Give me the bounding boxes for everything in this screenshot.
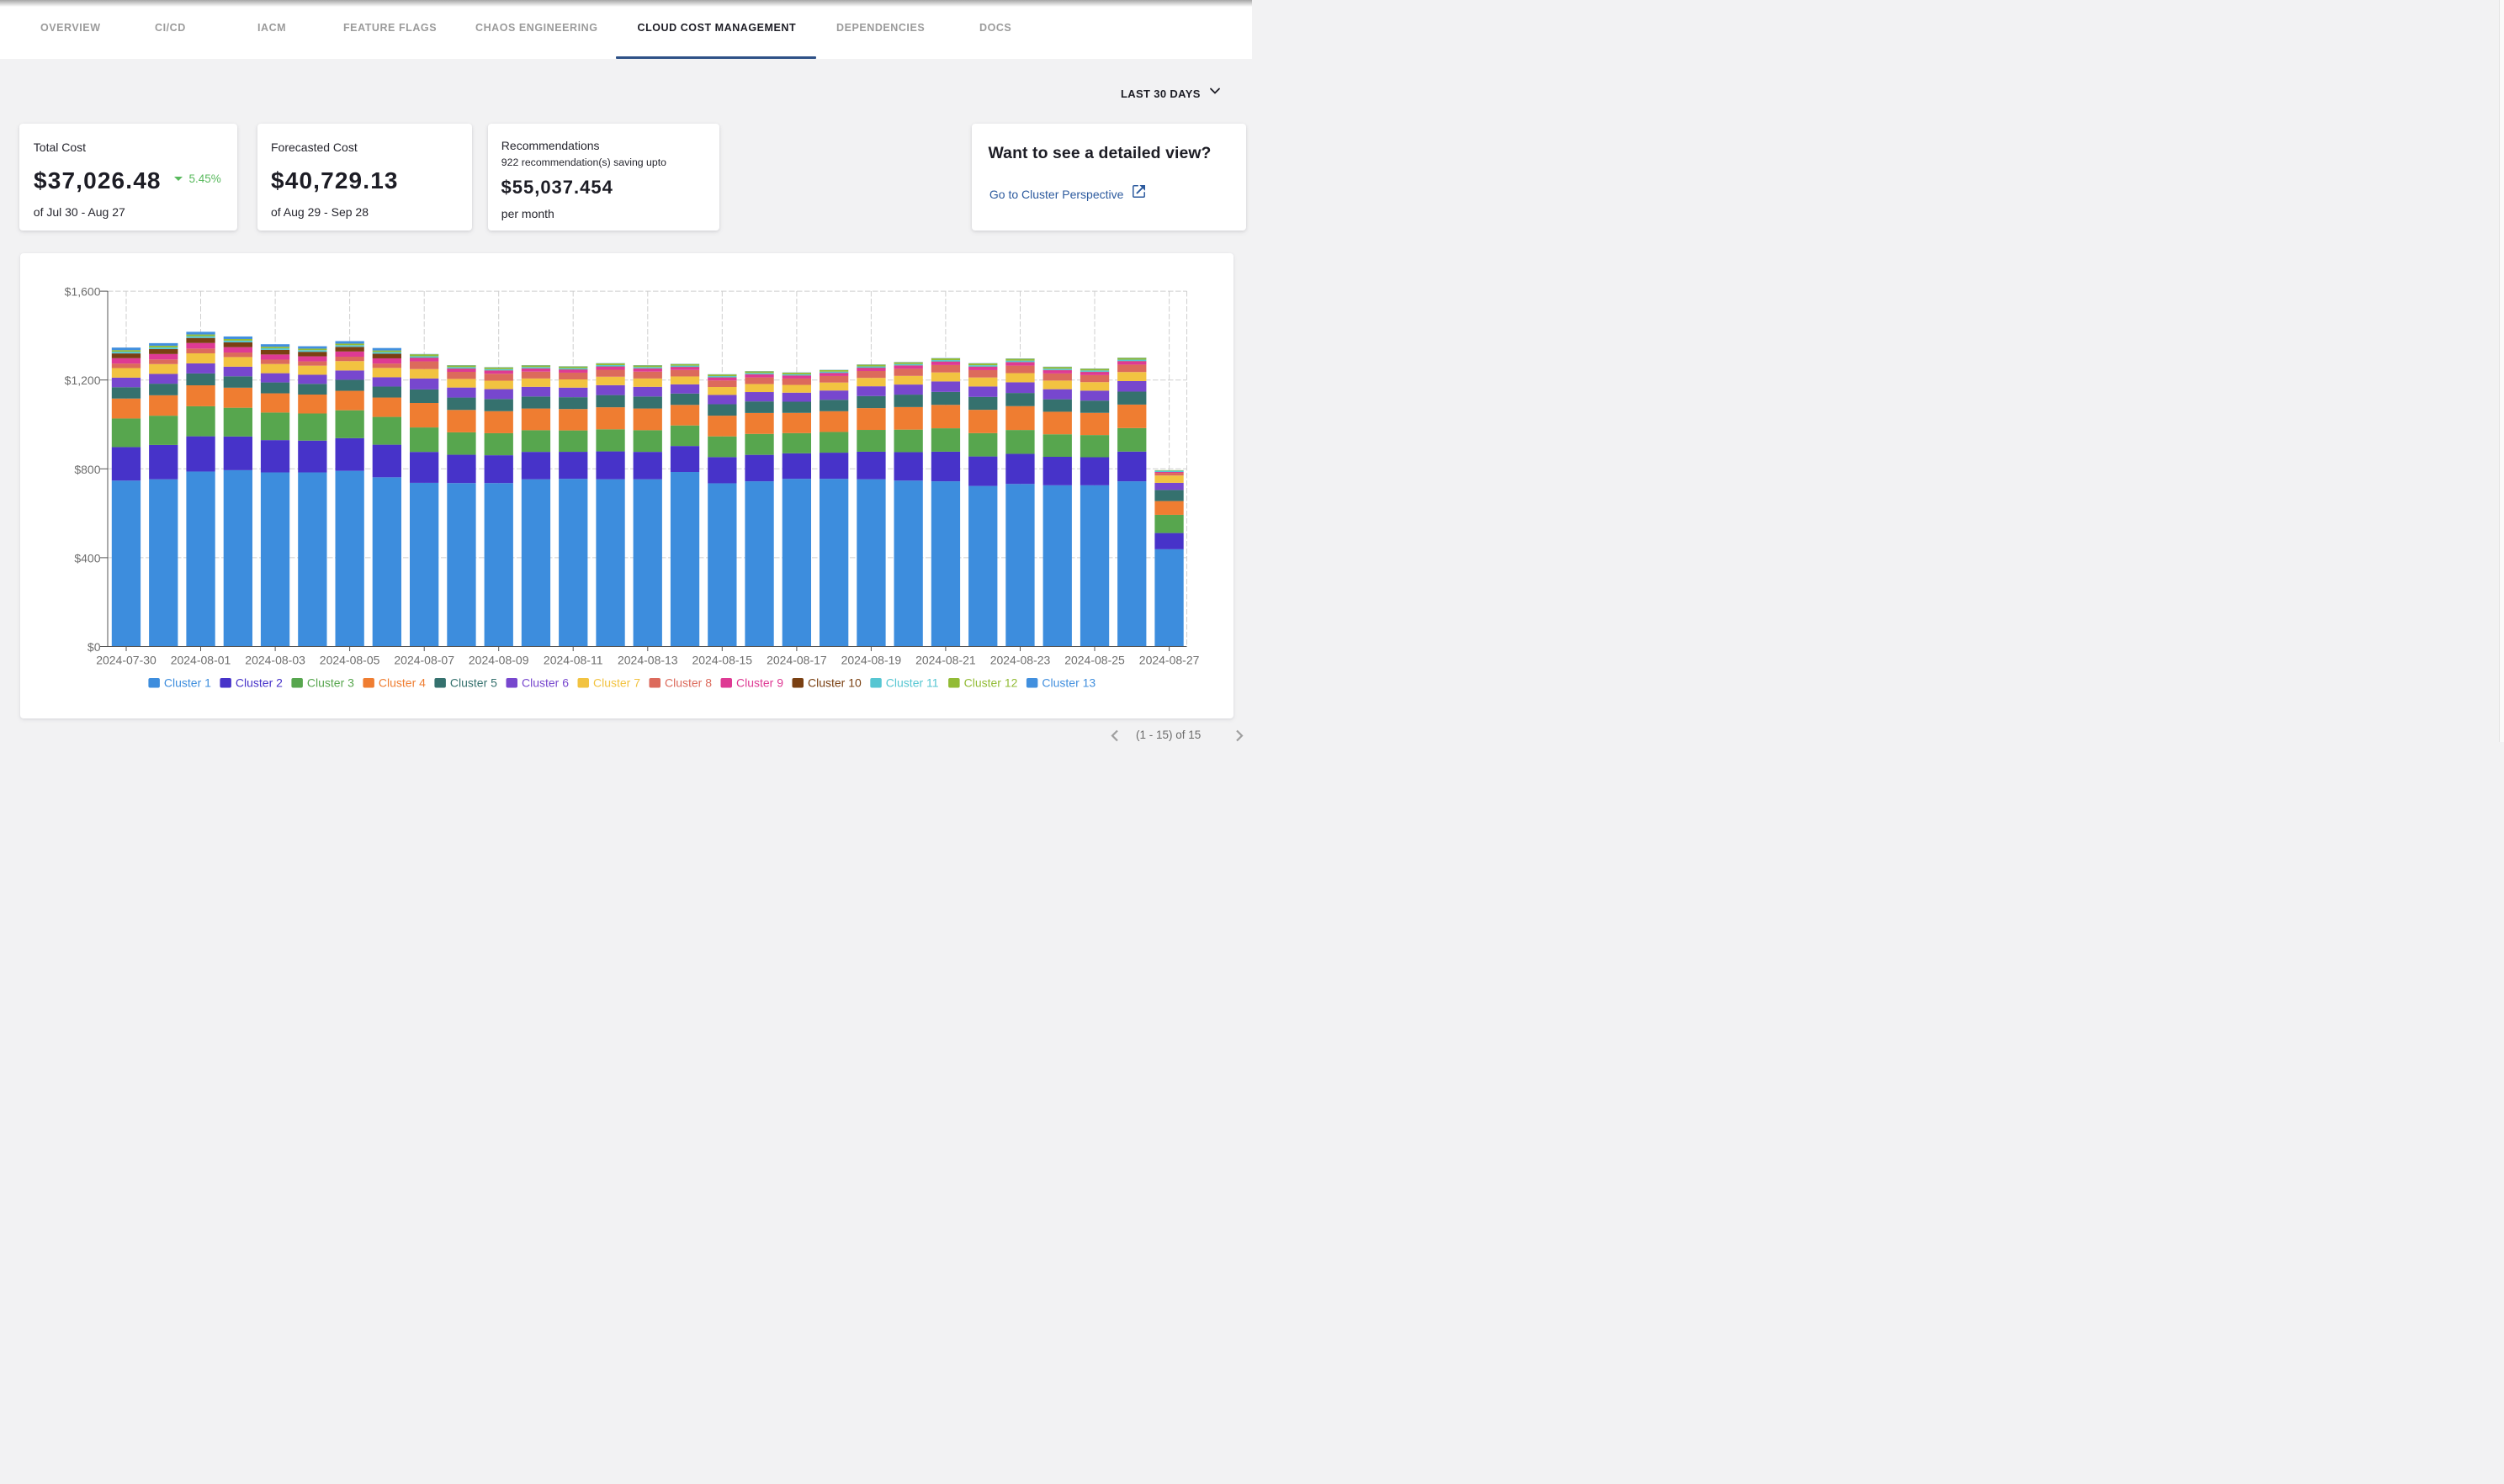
svg-text:Cluster 10: Cluster 10 xyxy=(808,676,862,689)
svg-text:Cluster 12: Cluster 12 xyxy=(964,676,1018,689)
svg-text:Cluster 6: Cluster 6 xyxy=(522,676,569,689)
svg-text:$400: $400 xyxy=(74,551,100,564)
svg-text:Cluster 2: Cluster 2 xyxy=(236,676,283,689)
svg-text:Cluster 5: Cluster 5 xyxy=(450,676,497,689)
svg-text:Cluster 9: Cluster 9 xyxy=(736,676,783,689)
svg-text:Cluster 4: Cluster 4 xyxy=(379,676,426,689)
svg-text:2024-08-09: 2024-08-09 xyxy=(469,653,529,666)
svg-text:2024-08-15: 2024-08-15 xyxy=(692,653,752,666)
svg-text:$0: $0 xyxy=(88,640,101,654)
svg-text:Cluster 8: Cluster 8 xyxy=(665,676,712,689)
svg-text:2024-08-13: 2024-08-13 xyxy=(618,653,678,666)
svg-text:$800: $800 xyxy=(74,462,100,475)
svg-text:2024-08-21: 2024-08-21 xyxy=(915,653,976,666)
svg-text:2024-08-11: 2024-08-11 xyxy=(544,653,603,666)
svg-text:Cluster 3: Cluster 3 xyxy=(307,676,354,689)
svg-text:2024-08-19: 2024-08-19 xyxy=(841,653,902,666)
svg-text:Cluster 1: Cluster 1 xyxy=(164,676,211,689)
svg-text:2024-08-23: 2024-08-23 xyxy=(990,653,1051,666)
svg-text:2024-08-17: 2024-08-17 xyxy=(767,653,827,666)
svg-text:$1,200: $1,200 xyxy=(65,374,101,387)
svg-text:$1,600: $1,600 xyxy=(65,284,101,298)
svg-text:2024-08-25: 2024-08-25 xyxy=(1064,653,1125,666)
svg-text:Cluster 13: Cluster 13 xyxy=(1042,676,1096,689)
svg-text:Cluster 11: Cluster 11 xyxy=(886,676,939,689)
svg-text:2024-07-30: 2024-07-30 xyxy=(96,653,156,666)
svg-text:2024-08-01: 2024-08-01 xyxy=(171,653,231,666)
svg-text:Cluster 7: Cluster 7 xyxy=(593,676,640,689)
svg-text:2024-08-27: 2024-08-27 xyxy=(1139,653,1200,666)
svg-text:2024-08-07: 2024-08-07 xyxy=(394,653,454,666)
svg-text:2024-08-05: 2024-08-05 xyxy=(320,653,380,666)
svg-text:2024-08-03: 2024-08-03 xyxy=(245,653,305,666)
